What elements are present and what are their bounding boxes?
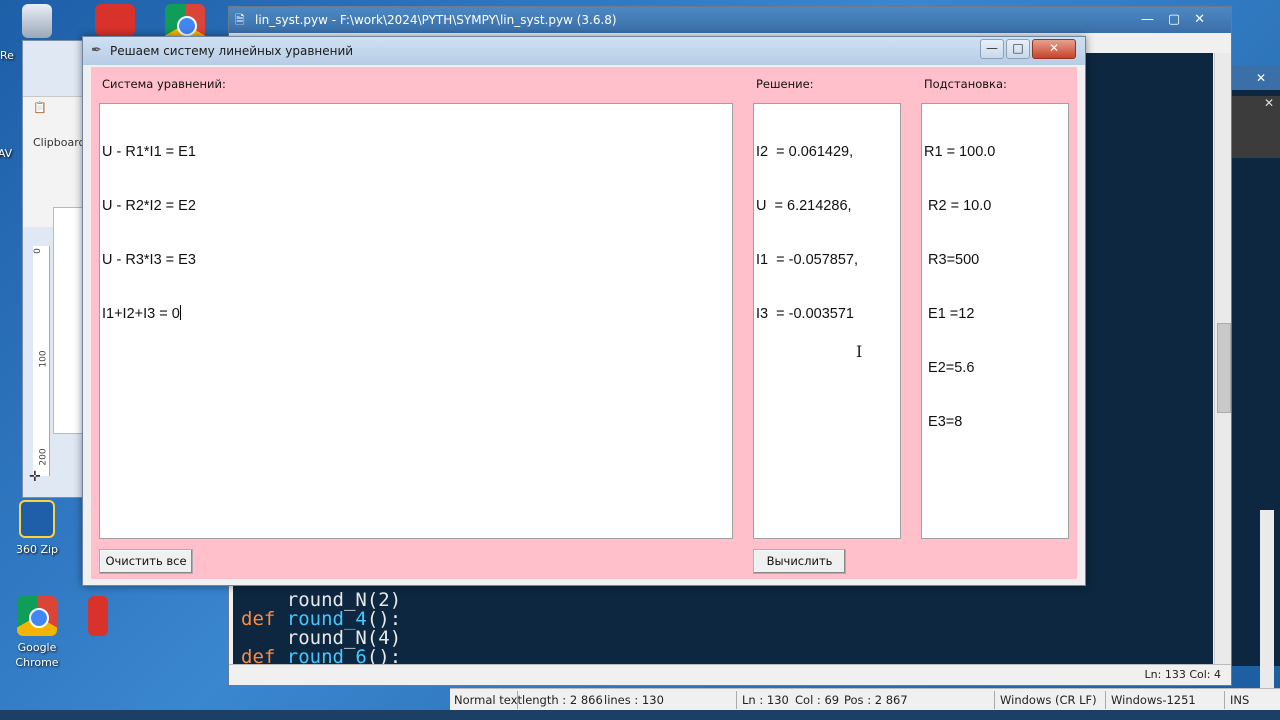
equation-line: U - R1*I1 = E1: [102, 144, 196, 160]
divider: [1105, 691, 1106, 709]
status-ins: INS: [1230, 693, 1250, 707]
vertical-scrollbar[interactable]: [1214, 53, 1231, 665]
substitution-line: E1 =12: [924, 306, 975, 322]
zip-icon: [19, 500, 55, 538]
file-icon: 🗎: [235, 13, 245, 27]
equation-line-with-caret: I1+I2+I3 = 0: [102, 305, 730, 323]
keyword: def: [241, 646, 276, 666]
function-name: round_6: [286, 646, 367, 666]
desktop-icon-label: 360 Zip: [15, 543, 59, 556]
close-icon[interactable]: ✕: [1232, 96, 1280, 158]
substitution-line: R3=500: [924, 252, 980, 268]
desktop-icon-label: Google Chrome: [15, 641, 59, 669]
maximize-button[interactable]: □: [1006, 39, 1030, 59]
minimize-button[interactable]: —: [980, 39, 1004, 59]
clipboard-label: Clipboard: [33, 136, 86, 149]
substitution-line: E2=5.6: [924, 360, 975, 376]
status-length: length : 2 866: [522, 693, 603, 707]
expand-icon[interactable]: ✛: [29, 469, 41, 485]
status-eol: Windows (CR LF): [1000, 693, 1097, 707]
ruler-mark: 100: [38, 350, 49, 368]
window-client-area: Система уравнений: Решение: Подстановка:…: [91, 67, 1077, 579]
code-line: def round_6():: [241, 646, 402, 666]
close-button[interactable]: ✕: [1032, 39, 1076, 59]
solution-line: I1 = -0.057857,: [756, 252, 858, 268]
app-icon: [88, 596, 108, 636]
status-encoding: Windows-1251: [1111, 693, 1196, 707]
vertical-ruler: 0 100 200: [33, 246, 50, 476]
substitution-line: R2 = 10.0: [924, 198, 992, 214]
substitution-line: R1 = 100.0: [924, 144, 996, 160]
divider: [736, 691, 737, 709]
solution-line: I3 = -0.003571: [756, 306, 854, 322]
code-text: ():: [366, 646, 402, 666]
equation-line: U - R2*I2 = E2: [102, 198, 196, 214]
feather-icon: ✒: [91, 43, 102, 58]
solution-line: I2 = 0.061429,: [756, 144, 854, 160]
text-cursor-icon: I: [856, 342, 863, 361]
desktop-icon-label: AV: [0, 147, 13, 160]
window-controls[interactable]: —▢✕: [1141, 7, 1219, 33]
linear-system-window[interactable]: ✒ Решаем систему линейных уравнений — □ …: [82, 36, 1086, 586]
equations-label: Система уравнений:: [102, 77, 226, 91]
paste-icon[interactable]: 📋: [33, 101, 47, 114]
recycle-bin-desktop-icon[interactable]: [2, 4, 72, 42]
ruler-mark: 0: [32, 248, 43, 254]
scrollbar-thumb[interactable]: [1217, 323, 1231, 413]
cursor-position: Ln: 133 Col: 4: [1144, 668, 1221, 681]
clear-all-button[interactable]: Очистить все: [99, 549, 193, 574]
code-editor-titlebar[interactable]: 🗎 lin_syst.pyw - F:\work\2024\PYTH\SYMPY…: [229, 7, 1231, 33]
close-icon[interactable]: ✕: [1232, 66, 1280, 90]
taskbar[interactable]: [0, 710, 1280, 720]
solution-textbox[interactable]: I2 = 0.061429, U = 6.214286, I1 = -0.057…: [753, 103, 901, 539]
right-background-window[interactable]: ✕ ✕: [1232, 66, 1280, 710]
vertical-scrollbar[interactable]: [1260, 510, 1274, 710]
divider: [1224, 691, 1225, 709]
status-pos: Pos : 2 867: [844, 693, 908, 707]
status-ln: Ln : 130: [742, 693, 789, 707]
status-col: Col : 69: [795, 693, 840, 707]
divider: [994, 691, 995, 709]
chrome-icon: [17, 596, 57, 636]
equation-line: U - R3*I3 = E3: [102, 252, 196, 268]
desktop-icon-label: Re: [0, 49, 14, 62]
equation-line: I1+I2+I3 = 0: [102, 306, 180, 322]
text-caret: [179, 305, 181, 320]
code-editor-statusbar: Ln: 133 Col: 4: [229, 664, 1231, 685]
status-lines: lines : 130: [604, 693, 664, 707]
compute-button[interactable]: Вычислить: [753, 549, 846, 574]
desktop-app-icon-2[interactable]: [62, 596, 108, 640]
desktop-app-icon[interactable]: [80, 4, 150, 40]
substitution-textbox[interactable]: R1 = 100.0 R2 = 10.0 R3=500 E1 =12 E2=5.…: [921, 103, 1069, 539]
recycle-bin-icon: [22, 4, 52, 38]
code-editor-title: lin_syst.pyw - F:\work\2024\PYTH\SYMPY\l…: [255, 13, 617, 27]
ruler-mark: 200: [38, 448, 49, 466]
divider: [517, 691, 518, 709]
substitution-label: Подстановка:: [924, 77, 1007, 91]
substitution-line: E3=8: [924, 414, 963, 430]
npp-statusbar: Normal text length : 2 866 lines : 130 L…: [450, 688, 1280, 711]
status-mode: Normal text: [454, 693, 522, 707]
solution-line: U = 6.214286,: [756, 198, 852, 214]
solution-label: Решение:: [756, 77, 814, 91]
equations-textbox[interactable]: U - R1*I1 = E1 U - R2*I2 = E2 U - R3*I3 …: [99, 103, 733, 539]
window-title: Решаем систему линейных уравнений: [110, 44, 354, 58]
window-titlebar[interactable]: ✒ Решаем систему линейных уравнений — □ …: [83, 37, 1085, 65]
app-icon: [95, 4, 135, 36]
desktop-zip-icon[interactable]: 360 Zip: [2, 500, 72, 557]
